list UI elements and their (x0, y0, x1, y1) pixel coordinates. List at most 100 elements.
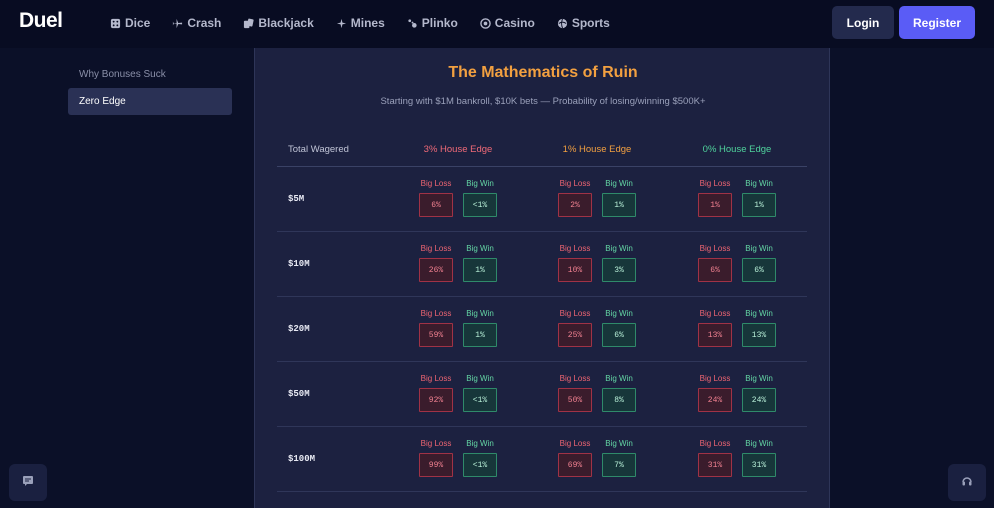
table-row: $20M Big Loss 59% Big Win 1% Big Loss 25% Big W… (277, 297, 807, 362)
chip-icon (480, 17, 491, 29)
support-button[interactable] (948, 464, 986, 501)
cell-3-edge: Big Loss 99% Big Win <1% (398, 427, 518, 492)
nav-dice-label: Dice (125, 16, 151, 30)
nav-crash[interactable]: Crash (172, 16, 221, 30)
big-loss-value: 69% (558, 453, 592, 477)
sidebar-item-why-bonuses-suck[interactable]: Why Bonuses Suck (68, 61, 232, 88)
plane-icon (172, 18, 183, 29)
big-win-label: Big Win (745, 309, 773, 318)
column-header-1-edge: 1% House Edge (562, 144, 632, 155)
big-win-value: 1% (602, 193, 636, 217)
cell-3-edge: Big Loss 59% Big Win 1% (398, 297, 518, 362)
big-win-value: 13% (742, 323, 776, 347)
cell-3-edge: Big Loss 26% Big Win 1% (398, 232, 518, 297)
sidebar-item-zero-edge[interactable]: Zero Edge (68, 88, 232, 115)
login-button[interactable]: Login (832, 6, 894, 39)
big-loss-value: 92% (419, 388, 453, 412)
main-nav: Dice Crash Blackjack Mines Plinko Casino… (110, 0, 632, 46)
big-win-value: <1% (463, 453, 497, 477)
nav-plinko[interactable]: Plinko (407, 16, 458, 30)
cell-1-edge: Big Loss 2% Big Win 1% (537, 167, 657, 232)
page-subtitle: Starting with $1M bankroll, $10K bets — … (380, 96, 706, 107)
big-win-label: Big Win (605, 374, 633, 383)
big-loss-value: 10% (558, 258, 592, 282)
big-loss-label: Big Loss (420, 309, 452, 318)
cell-0-edge: Big Loss 6% Big Win 6% (677, 232, 797, 297)
big-win-value: 1% (463, 323, 497, 347)
big-win-value: 24% (742, 388, 776, 412)
cell-0-edge: Big Loss 1% Big Win 1% (677, 167, 797, 232)
big-loss-value: 31% (698, 453, 732, 477)
big-win-value: 6% (602, 323, 636, 347)
big-win-value: 6% (742, 258, 776, 282)
big-win-label: Big Win (745, 244, 773, 253)
nav-mines-label: Mines (350, 16, 385, 30)
big-win-label: Big Win (466, 179, 494, 188)
big-loss-label: Big Loss (699, 179, 731, 188)
big-loss-label: Big Loss (559, 179, 591, 188)
big-loss-value: 25% (558, 323, 592, 347)
big-loss-value: 1% (698, 193, 732, 217)
big-loss-value: 13% (698, 323, 732, 347)
big-win-value: 1% (463, 258, 497, 282)
headset-icon (961, 474, 973, 492)
cell-3-edge: Big Loss 92% Big Win <1% (398, 362, 518, 427)
big-loss-label: Big Loss (699, 244, 731, 253)
bomb-icon (336, 18, 347, 29)
big-win-value: <1% (463, 193, 497, 217)
duel-logo[interactable]: Duel (19, 9, 63, 33)
big-win-label: Big Win (605, 244, 633, 253)
row-total-wagered: $5M (288, 194, 305, 204)
cell-3-edge: Big Loss 6% Big Win <1% (398, 167, 518, 232)
nav-dice[interactable]: Dice (110, 16, 150, 30)
big-loss-value: 2% (558, 193, 592, 217)
cell-1-edge: Big Loss 25% Big Win 6% (537, 297, 657, 362)
big-win-value: 31% (742, 453, 776, 477)
nav-crash-label: Crash (187, 16, 222, 30)
big-win-label: Big Win (745, 439, 773, 448)
column-header-0-edge: 0% House Edge (702, 144, 772, 155)
row-total-wagered: $10M (288, 259, 310, 269)
cell-0-edge: Big Loss 13% Big Win 13% (677, 297, 797, 362)
big-loss-label: Big Loss (559, 439, 591, 448)
big-loss-label: Big Loss (420, 439, 452, 448)
table-row: $100M Big Loss 99% Big Win <1% Big Loss 69% Big… (277, 427, 807, 492)
big-loss-label: Big Loss (420, 374, 452, 383)
big-win-value: <1% (463, 388, 497, 412)
cell-1-edge: Big Loss 50% Big Win 8% (537, 362, 657, 427)
big-win-value: 7% (602, 453, 636, 477)
big-loss-value: 26% (419, 258, 453, 282)
register-button[interactable]: Register (899, 6, 975, 39)
row-total-wagered: $100M (288, 454, 316, 464)
nav-casino[interactable]: Casino (480, 16, 535, 30)
nav-plinko-label: Plinko (421, 16, 458, 30)
big-loss-label: Big Loss (559, 309, 591, 318)
big-loss-label: Big Loss (559, 374, 591, 383)
page-title: The Mathematics of Ruin (448, 64, 638, 81)
column-header-3-edge: 3% House Edge (423, 144, 493, 155)
nav-blackjack-label: Blackjack (258, 16, 314, 30)
plinko-icon (407, 18, 418, 29)
big-loss-label: Big Loss (420, 179, 452, 188)
cell-0-edge: Big Loss 31% Big Win 31% (677, 427, 797, 492)
big-win-label: Big Win (466, 309, 494, 318)
nav-mines[interactable]: Mines (336, 16, 385, 30)
top-nav-bar: Duel Dice Crash Blackjack Mines Plinko C… (0, 0, 994, 48)
big-win-value: 8% (602, 388, 636, 412)
nav-blackjack[interactable]: Blackjack (243, 16, 314, 30)
cell-1-edge: Big Loss 10% Big Win 3% (537, 232, 657, 297)
big-win-value: 3% (602, 258, 636, 282)
nav-sports[interactable]: Sports (557, 16, 610, 30)
big-win-label: Big Win (466, 374, 494, 383)
table-row: $5M Big Loss 6% Big Win <1% Big Loss 2% Big Win… (277, 167, 807, 232)
chat-button[interactable] (9, 464, 47, 501)
big-win-label: Big Win (745, 374, 773, 383)
ball-icon (557, 18, 568, 29)
big-win-label: Big Win (605, 179, 633, 188)
cell-0-edge: Big Loss 24% Big Win 24% (677, 362, 797, 427)
big-loss-value: 6% (419, 193, 453, 217)
cell-1-edge: Big Loss 69% Big Win 7% (537, 427, 657, 492)
column-header-total-wagered: Total Wagered (288, 144, 349, 155)
big-loss-value: 24% (698, 388, 732, 412)
big-loss-label: Big Loss (699, 439, 731, 448)
